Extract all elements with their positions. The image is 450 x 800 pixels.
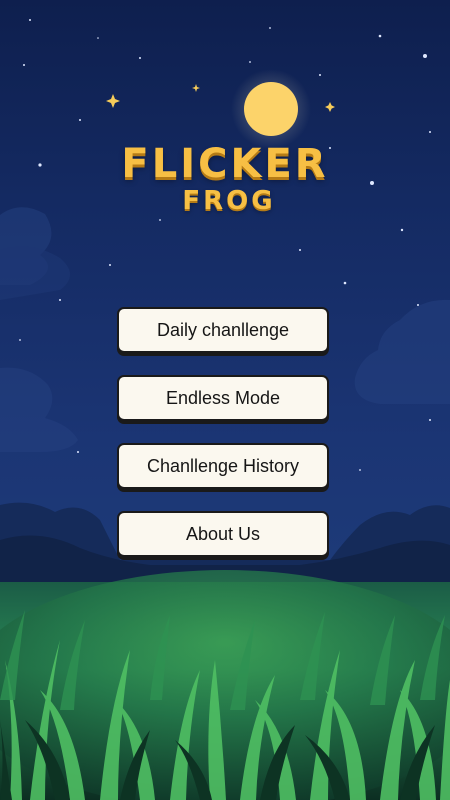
star: [269, 27, 271, 29]
star: [249, 61, 251, 63]
sparkle-icon: [106, 94, 120, 108]
star: [400, 228, 404, 232]
star: [29, 19, 31, 21]
sparkle-icon: [192, 84, 200, 92]
star: [359, 469, 361, 471]
star: [319, 74, 321, 76]
star: [429, 131, 431, 133]
star: [59, 299, 61, 301]
star: [423, 54, 427, 58]
title-line-1: FLICKER: [121, 141, 329, 187]
sparkle-icon: [325, 102, 335, 112]
star: [343, 281, 347, 285]
challenge-history-button[interactable]: Chanllenge History: [117, 443, 329, 489]
star: [378, 34, 382, 38]
star: [77, 451, 79, 453]
about-us-button[interactable]: About Us: [117, 511, 329, 557]
star: [79, 119, 81, 121]
daily-challenge-button[interactable]: Daily chanllenge: [117, 307, 329, 353]
star: [299, 249, 301, 251]
star: [139, 57, 141, 59]
moon-icon: [244, 82, 298, 136]
game-menu-screen: FLICKER FROG Daily chanllenge Endless Mo…: [0, 0, 450, 800]
star: [97, 37, 99, 39]
title-line-2: FROG: [182, 186, 276, 216]
star: [429, 419, 431, 421]
star: [159, 219, 161, 221]
endless-mode-button[interactable]: Endless Mode: [117, 375, 329, 421]
main-menu: Daily chanllenge Endless Mode Chanllenge…: [117, 307, 333, 579]
star: [109, 264, 111, 266]
star: [23, 64, 25, 66]
star: [19, 339, 21, 341]
